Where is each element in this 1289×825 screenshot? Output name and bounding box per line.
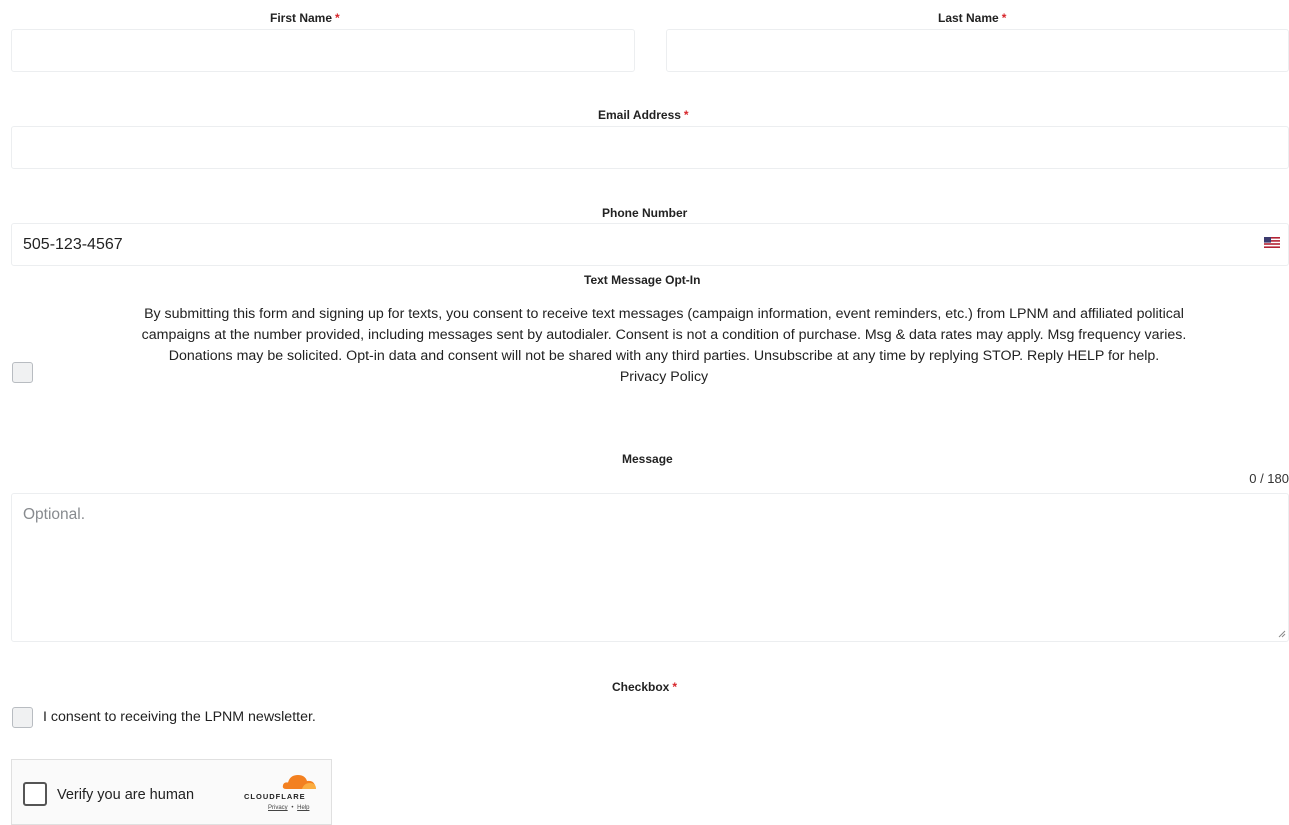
newsletter-checkbox-label-text: Checkbox (612, 680, 670, 694)
sms-opt-in-label-text: Text Message Opt-In (584, 273, 701, 287)
phone-input[interactable] (12, 224, 1288, 265)
last-name-input[interactable] (667, 30, 1288, 71)
message-char-counter: 0 / 180 (1249, 471, 1289, 486)
required-mark: * (335, 11, 340, 25)
captcha-label[interactable]: Verify you are human (57, 787, 194, 803)
sms-opt-in-label: Text Message Opt-In (584, 273, 700, 287)
required-mark: * (1001, 11, 1007, 25)
first-name-label-text: First Name (270, 11, 333, 25)
captcha-links: Privacy • Help (268, 805, 309, 811)
captcha-help-link[interactable]: Help (297, 805, 309, 811)
consent-line: Donations may be solicited. Opt-in data … (168, 348, 1160, 364)
first-name-label: First Name * (270, 11, 340, 25)
last-name-label: Last Name * (938, 11, 1006, 25)
first-name-input[interactable] (12, 30, 634, 71)
consent-line: campaigns at the number provided, includ… (141, 327, 1187, 343)
us-flag-icon[interactable] (1264, 237, 1280, 248)
message-label: Message (622, 452, 673, 466)
email-label-text: Email Address (598, 108, 681, 122)
cloudflare-brand: CLOUDFLARE (244, 792, 306, 801)
message-textarea[interactable] (11, 493, 1289, 642)
captcha-checkbox[interactable] (23, 782, 47, 806)
last-name-field[interactable] (666, 29, 1289, 72)
cloudflare-cloud-icon (282, 775, 316, 789)
required-mark: * (683, 108, 689, 122)
resize-grip-icon[interactable] (1276, 628, 1286, 638)
captcha-widget: Verify you are human CLOUDFLARE Privacy … (11, 759, 332, 825)
sms-consent-text: By submitting this form and signing up f… (54, 304, 1274, 388)
sms-opt-in-checkbox[interactable] (12, 362, 33, 383)
newsletter-checkbox-label: Checkbox * (612, 680, 677, 694)
phone-field[interactable] (11, 223, 1289, 266)
required-mark: * (672, 680, 678, 694)
consent-line: By submitting this form and signing up f… (144, 306, 1184, 322)
newsletter-consent-checkbox[interactable] (12, 707, 33, 728)
newsletter-consent-label[interactable]: I consent to receiving the LPNM newslett… (43, 709, 316, 725)
email-label: Email Address * (598, 108, 689, 122)
last-name-label-text: Last Name (938, 11, 999, 25)
phone-label: Phone Number (602, 206, 687, 220)
privacy-policy-link[interactable]: Privacy Policy (54, 367, 1274, 388)
captcha-link-separator: • (291, 805, 294, 811)
first-name-field[interactable] (11, 29, 635, 72)
email-field[interactable] (11, 126, 1289, 169)
email-input[interactable] (12, 127, 1288, 168)
phone-label-text: Phone Number (602, 206, 688, 220)
captcha-privacy-link[interactable]: Privacy (268, 805, 288, 811)
message-label-text: Message (622, 452, 673, 466)
